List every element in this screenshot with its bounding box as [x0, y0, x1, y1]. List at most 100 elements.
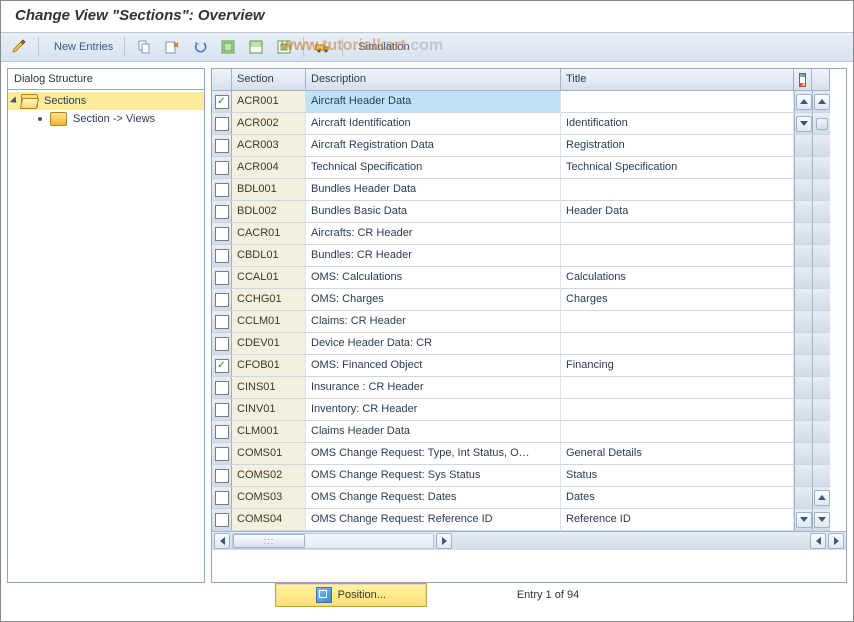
row-checkbox[interactable] [215, 293, 229, 307]
cell-section[interactable]: BDL001 [232, 179, 306, 201]
cell-section[interactable]: COMS02 [232, 465, 306, 487]
row-checkbox[interactable] [215, 425, 229, 439]
vscroll-track[interactable] [812, 399, 830, 421]
cell-title[interactable] [561, 333, 794, 355]
cell-section[interactable]: CCAL01 [232, 267, 306, 289]
row-selector[interactable] [212, 421, 232, 443]
row-selector[interactable] [212, 179, 232, 201]
cell-description[interactable]: OMS: Calculations [306, 267, 561, 289]
cell-section[interactable]: CCHG01 [232, 289, 306, 311]
cell-section[interactable]: ACR003 [232, 135, 306, 157]
cell-title[interactable]: Calculations [561, 267, 794, 289]
scroll-left-end-button[interactable] [810, 533, 826, 549]
cell-title[interactable]: Technical Specification [561, 157, 794, 179]
cell-description[interactable]: Claims: CR Header [306, 311, 561, 333]
scroll-down-button[interactable] [812, 509, 830, 531]
cell-title[interactable]: Charges [561, 289, 794, 311]
cell-description[interactable]: Bundles Header Data [306, 179, 561, 201]
vscroll-track[interactable] [794, 157, 812, 179]
row-selector[interactable] [212, 311, 232, 333]
vscroll-track[interactable] [812, 201, 830, 223]
row-checkbox[interactable] [215, 491, 229, 505]
new-entries-button[interactable]: New Entries [46, 36, 117, 58]
cell-title[interactable] [561, 311, 794, 333]
vscroll-track[interactable] [794, 245, 812, 267]
row-checkbox[interactable] [215, 117, 229, 131]
cell-section[interactable]: CACR01 [232, 223, 306, 245]
row-selector[interactable] [212, 245, 232, 267]
hscroll-thumb[interactable]: ::: [233, 534, 305, 548]
vscroll-track[interactable] [812, 289, 830, 311]
cell-description[interactable]: Aircraft Registration Data [306, 135, 561, 157]
row-selector[interactable] [212, 201, 232, 223]
cell-title[interactable]: Identification [561, 113, 794, 135]
position-button[interactable]: Position... [275, 583, 427, 607]
row-selector[interactable] [212, 223, 232, 245]
row-selector[interactable] [212, 267, 232, 289]
cell-section[interactable]: BDL002 [232, 201, 306, 223]
vscroll-track[interactable] [794, 267, 812, 289]
row-selector[interactable] [212, 487, 232, 509]
vscroll-track[interactable] [794, 465, 812, 487]
cell-description[interactable]: Bundles Basic Data [306, 201, 561, 223]
cell-section[interactable]: COMS03 [232, 487, 306, 509]
vscroll-track[interactable] [812, 421, 830, 443]
transport-button[interactable] [311, 36, 335, 58]
delete-button[interactable] [160, 36, 184, 58]
row-checkbox[interactable] [215, 381, 229, 395]
row-checkbox[interactable] [215, 139, 229, 153]
vscroll-track[interactable] [794, 443, 812, 465]
cell-section[interactable]: CLM001 [232, 421, 306, 443]
cell-title[interactable]: Reference ID [561, 509, 794, 531]
cell-description[interactable]: OMS Change Request: Type, Int Status, O… [306, 443, 561, 465]
select-all-button[interactable] [216, 36, 240, 58]
cell-title[interactable] [561, 179, 794, 201]
col-header-section[interactable]: Section [232, 69, 306, 91]
hscroll-track[interactable]: ::: [232, 533, 434, 549]
row-checkbox[interactable] [215, 183, 229, 197]
cell-title[interactable] [561, 377, 794, 399]
cell-section[interactable]: CCLM01 [232, 311, 306, 333]
cell-description[interactable]: Bundles: CR Header [306, 245, 561, 267]
row-checkbox[interactable] [215, 161, 229, 175]
vscroll-track[interactable] [812, 311, 830, 333]
vscroll-track[interactable] [812, 333, 830, 355]
cell-description[interactable]: OMS: Financed Object [306, 355, 561, 377]
cell-section[interactable]: CBDL01 [232, 245, 306, 267]
vscroll-track[interactable] [794, 311, 812, 333]
row-selector[interactable] [212, 377, 232, 399]
vscroll-track[interactable] [812, 245, 830, 267]
vscroll-track[interactable] [794, 289, 812, 311]
scroll-right-end-button[interactable] [828, 533, 844, 549]
cell-description[interactable]: Device Header Data: CR [306, 333, 561, 355]
vscroll-track[interactable] [812, 135, 830, 157]
cell-section[interactable]: ACR001 [232, 91, 306, 113]
cell-section[interactable]: CINV01 [232, 399, 306, 421]
row-checkbox[interactable] [215, 315, 229, 329]
vscroll-track[interactable] [794, 135, 812, 157]
cell-title[interactable] [561, 245, 794, 267]
vscroll-track[interactable] [812, 443, 830, 465]
cell-description[interactable]: Aircrafts: CR Header [306, 223, 561, 245]
vscroll-track[interactable] [794, 355, 812, 377]
vscroll-track[interactable] [794, 333, 812, 355]
vscroll-thumb[interactable] [812, 113, 830, 135]
vscroll-track[interactable] [794, 421, 812, 443]
cell-title[interactable]: General Details [561, 443, 794, 465]
cell-description[interactable]: OMS: Charges [306, 289, 561, 311]
undo-button[interactable] [188, 36, 212, 58]
cell-description[interactable]: Insurance : CR Header [306, 377, 561, 399]
cell-description[interactable]: OMS Change Request: Reference ID [306, 509, 561, 531]
cell-section[interactable]: CFOB01 [232, 355, 306, 377]
row-selector[interactable] [212, 157, 232, 179]
row-checkbox[interactable] [215, 469, 229, 483]
row-checkbox[interactable] [215, 403, 229, 417]
scroll-up-button[interactable] [812, 91, 830, 113]
row-selector[interactable] [212, 333, 232, 355]
copy-button[interactable] [132, 36, 156, 58]
row-checkbox[interactable] [215, 447, 229, 461]
row-selector[interactable] [212, 509, 232, 531]
vscroll-track[interactable] [812, 355, 830, 377]
row-checkbox[interactable] [215, 513, 229, 527]
toggle-change-button[interactable] [7, 36, 31, 58]
